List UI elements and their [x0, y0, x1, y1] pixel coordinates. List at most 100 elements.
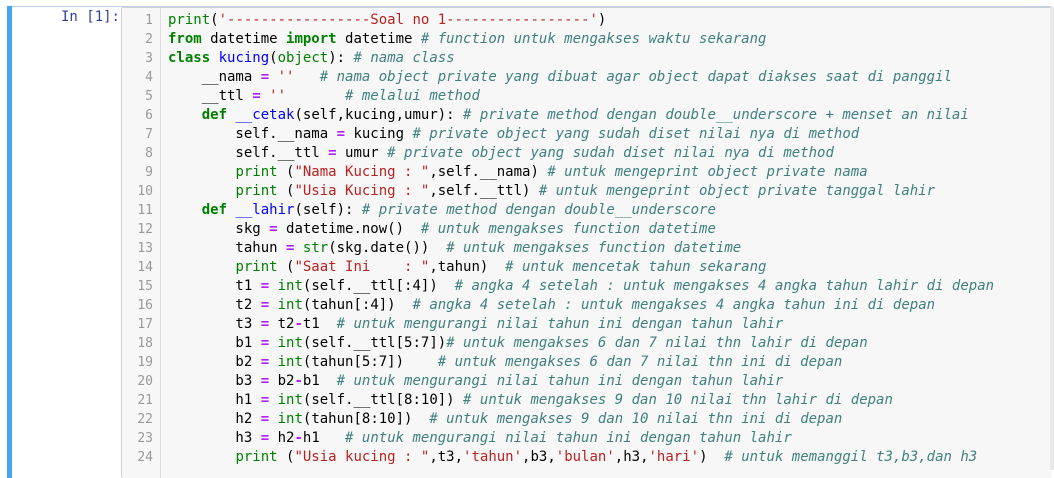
code-line[interactable]: 14 print ("Saat Ini : ",tahun) # untuk m…: [122, 258, 1052, 277]
code-token: =: [260, 335, 270, 351]
code-token: b2: [269, 373, 295, 389]
code-token: # untuk mengeprint object private nama: [547, 164, 868, 180]
code-line[interactable]: 7 self.__nama = kucing # private object …: [122, 125, 1052, 144]
code-token: 'bulan': [555, 449, 615, 465]
line-number: 17: [137, 317, 153, 332]
code-line[interactable]: 17 t3 = t2-t1 # untuk mengurangi nilai t…: [122, 315, 1052, 334]
scrollbar[interactable]: [1050, 7, 1054, 470]
code-line[interactable]: 16 t2 = int(tahun[:4]) # angka 4 setelah…: [122, 296, 1052, 315]
code-line[interactable]: 5 __ttl = '' # melalui method: [122, 87, 1052, 106]
code-line[interactable]: 22 h2 = int(tahun[8:10]) # untuk mengaks…: [122, 410, 1052, 429]
code-line[interactable]: 13 tahun = str(skg.date()) # untuk menga…: [122, 239, 1052, 258]
code-token: t3: [168, 316, 261, 332]
code-line[interactable]: 12 skg = datetime.now() # untuk mengakse…: [122, 220, 1052, 239]
code-text: b2 = int(tahun[5:7]) # untuk mengakses 6…: [168, 353, 842, 372]
code-token: def: [201, 202, 228, 218]
code-token: # private method dengan double__undersco…: [361, 202, 716, 218]
code-token: -: [294, 430, 303, 446]
code-token: h1: [302, 430, 346, 446]
code-text: skg = datetime.now() # untuk mengakses f…: [168, 220, 715, 239]
code-token: (tahun[8:10]): [302, 411, 430, 427]
code-token: # private method dengan double__undersco…: [463, 107, 969, 123]
code-token: kucing: [218, 50, 270, 66]
code-token: # untuk mengakses 6 dan 7 nilai thn lahi…: [446, 335, 868, 351]
code-line[interactable]: 15 t1 = int(self.__ttl[:4]) # angka 4 se…: [122, 277, 1052, 296]
code-text: h2 = int(tahun[8:10]) # untuk mengakses …: [168, 410, 842, 429]
code-token: # private object yang sudah diset nilai …: [387, 145, 834, 161]
line-number: 18: [137, 336, 153, 351]
code-line[interactable]: 9 print ("Nama Kucing : ",self.__nama) #…: [122, 163, 1052, 182]
line-number: 9: [145, 165, 153, 180]
code-line[interactable]: 18 b1 = int(self.__ttl[5:7])# untuk meng…: [122, 334, 1052, 353]
code-token: =: [260, 430, 270, 446]
code-token: =: [336, 126, 346, 142]
code-token: (self):: [294, 202, 362, 218]
code-token: # function untuk mengakses waktu sekaran…: [420, 31, 767, 47]
code-line[interactable]: 1 print('-----------------Soal no 1------…: [122, 11, 1052, 30]
code-line[interactable]: 11 def __lahir(self): # private method d…: [122, 201, 1052, 220]
code-text: print ("Usia kucing : ",t3,'tahun',b3,'b…: [168, 448, 977, 467]
line-number: 16: [137, 298, 153, 313]
code-token: =: [260, 278, 270, 294]
code-line[interactable]: 4 __nama = '' # nama object private yang…: [122, 68, 1052, 87]
line-number: 7: [145, 127, 153, 142]
code-token: (self,kucing,umur):: [294, 107, 464, 123]
code-text: class kucing(object): # nama class: [168, 49, 455, 68]
code-text: from datetime import datetime # function…: [168, 30, 766, 49]
code-token: from: [168, 31, 202, 47]
code-token: (tahun[:4]): [302, 297, 413, 313]
code-line[interactable]: 19 b2 = int(tahun[5:7]) # untuk mengakse…: [122, 353, 1052, 372]
line-number: 24: [137, 450, 153, 465]
line-number: 10: [137, 184, 153, 199]
code-token: ,b3,: [522, 449, 556, 465]
code-line[interactable]: 20 b3 = b2-b1 # untuk mengurangi nilai t…: [122, 372, 1052, 391]
code-token: '-----------------Soal no 1-------------…: [218, 12, 598, 28]
code-token: (: [277, 183, 295, 199]
code-token: =: [260, 392, 270, 408]
code-token: =: [260, 354, 270, 370]
code-line[interactable]: 23 h3 = h2-h1 # untuk mengurangi nilai t…: [122, 429, 1052, 448]
code-token: # untuk mengurangi nilai tahun ini denga…: [336, 373, 784, 389]
code-token: class: [168, 50, 211, 66]
code-token: b1: [168, 335, 261, 351]
code-token: kucing: [345, 126, 413, 142]
code-token: object: [277, 50, 329, 66]
code-token: b2: [168, 354, 261, 370]
code-editor[interactable]: 1 print('-----------------Soal no 1------…: [121, 7, 1052, 478]
code-token: # untuk mengeprint object private tangga…: [538, 183, 936, 199]
input-prompt: In [1]:: [60, 9, 120, 25]
code-token: -: [294, 316, 303, 332]
code-token: # untuk mengurangi nilai tahun ini denga…: [336, 316, 784, 332]
code-token: =: [260, 316, 270, 332]
code-token: (self.__ttl[:4]): [302, 278, 455, 294]
code-token: (tahun[5:7]): [302, 354, 438, 370]
code-token: '': [269, 88, 287, 104]
code-line[interactable]: 6 def __cetak(self,kucing,umur): # priva…: [122, 106, 1052, 125]
code-token: (self.__ttl[8:10]): [302, 392, 464, 408]
code-line[interactable]: 3 class kucing(object): # nama class: [122, 49, 1052, 68]
code-token: (: [269, 50, 278, 66]
code-token: "Saat Ini : ": [294, 259, 430, 275]
code-token: __cetak: [235, 107, 295, 123]
code-token: (: [277, 164, 295, 180]
code-token: ,self.__nama): [429, 164, 548, 180]
code-line[interactable]: 21 h1 = int(self.__ttl[8:10]) # untuk me…: [122, 391, 1052, 410]
code-token: ,h3,: [614, 449, 649, 465]
code-token: h1: [168, 392, 261, 408]
code-line[interactable]: 24 print ("Usia kucing : ",t3,'tahun',b3…: [122, 448, 1052, 467]
code-token: # untuk mengakses 9 dan 10 nilai thn lah…: [463, 392, 893, 408]
code-line[interactable]: 2 from datetime import datetime # functio…: [122, 30, 1052, 49]
code-token: datetime: [201, 31, 287, 47]
code-token: =: [269, 221, 278, 237]
code-line[interactable]: 10 print ("Usia Kucing : ",self.__ttl) #…: [122, 182, 1052, 201]
code-token: h3: [168, 430, 261, 446]
code-token: # untuk mengakses 6 dan 7 nilai thn ini …: [437, 354, 843, 370]
code-token: int: [277, 297, 303, 313]
code-token: ): [699, 449, 725, 465]
code-token: t2: [168, 297, 261, 313]
code-line[interactable]: 8 self.__ttl = umur # private object yan…: [122, 144, 1052, 163]
